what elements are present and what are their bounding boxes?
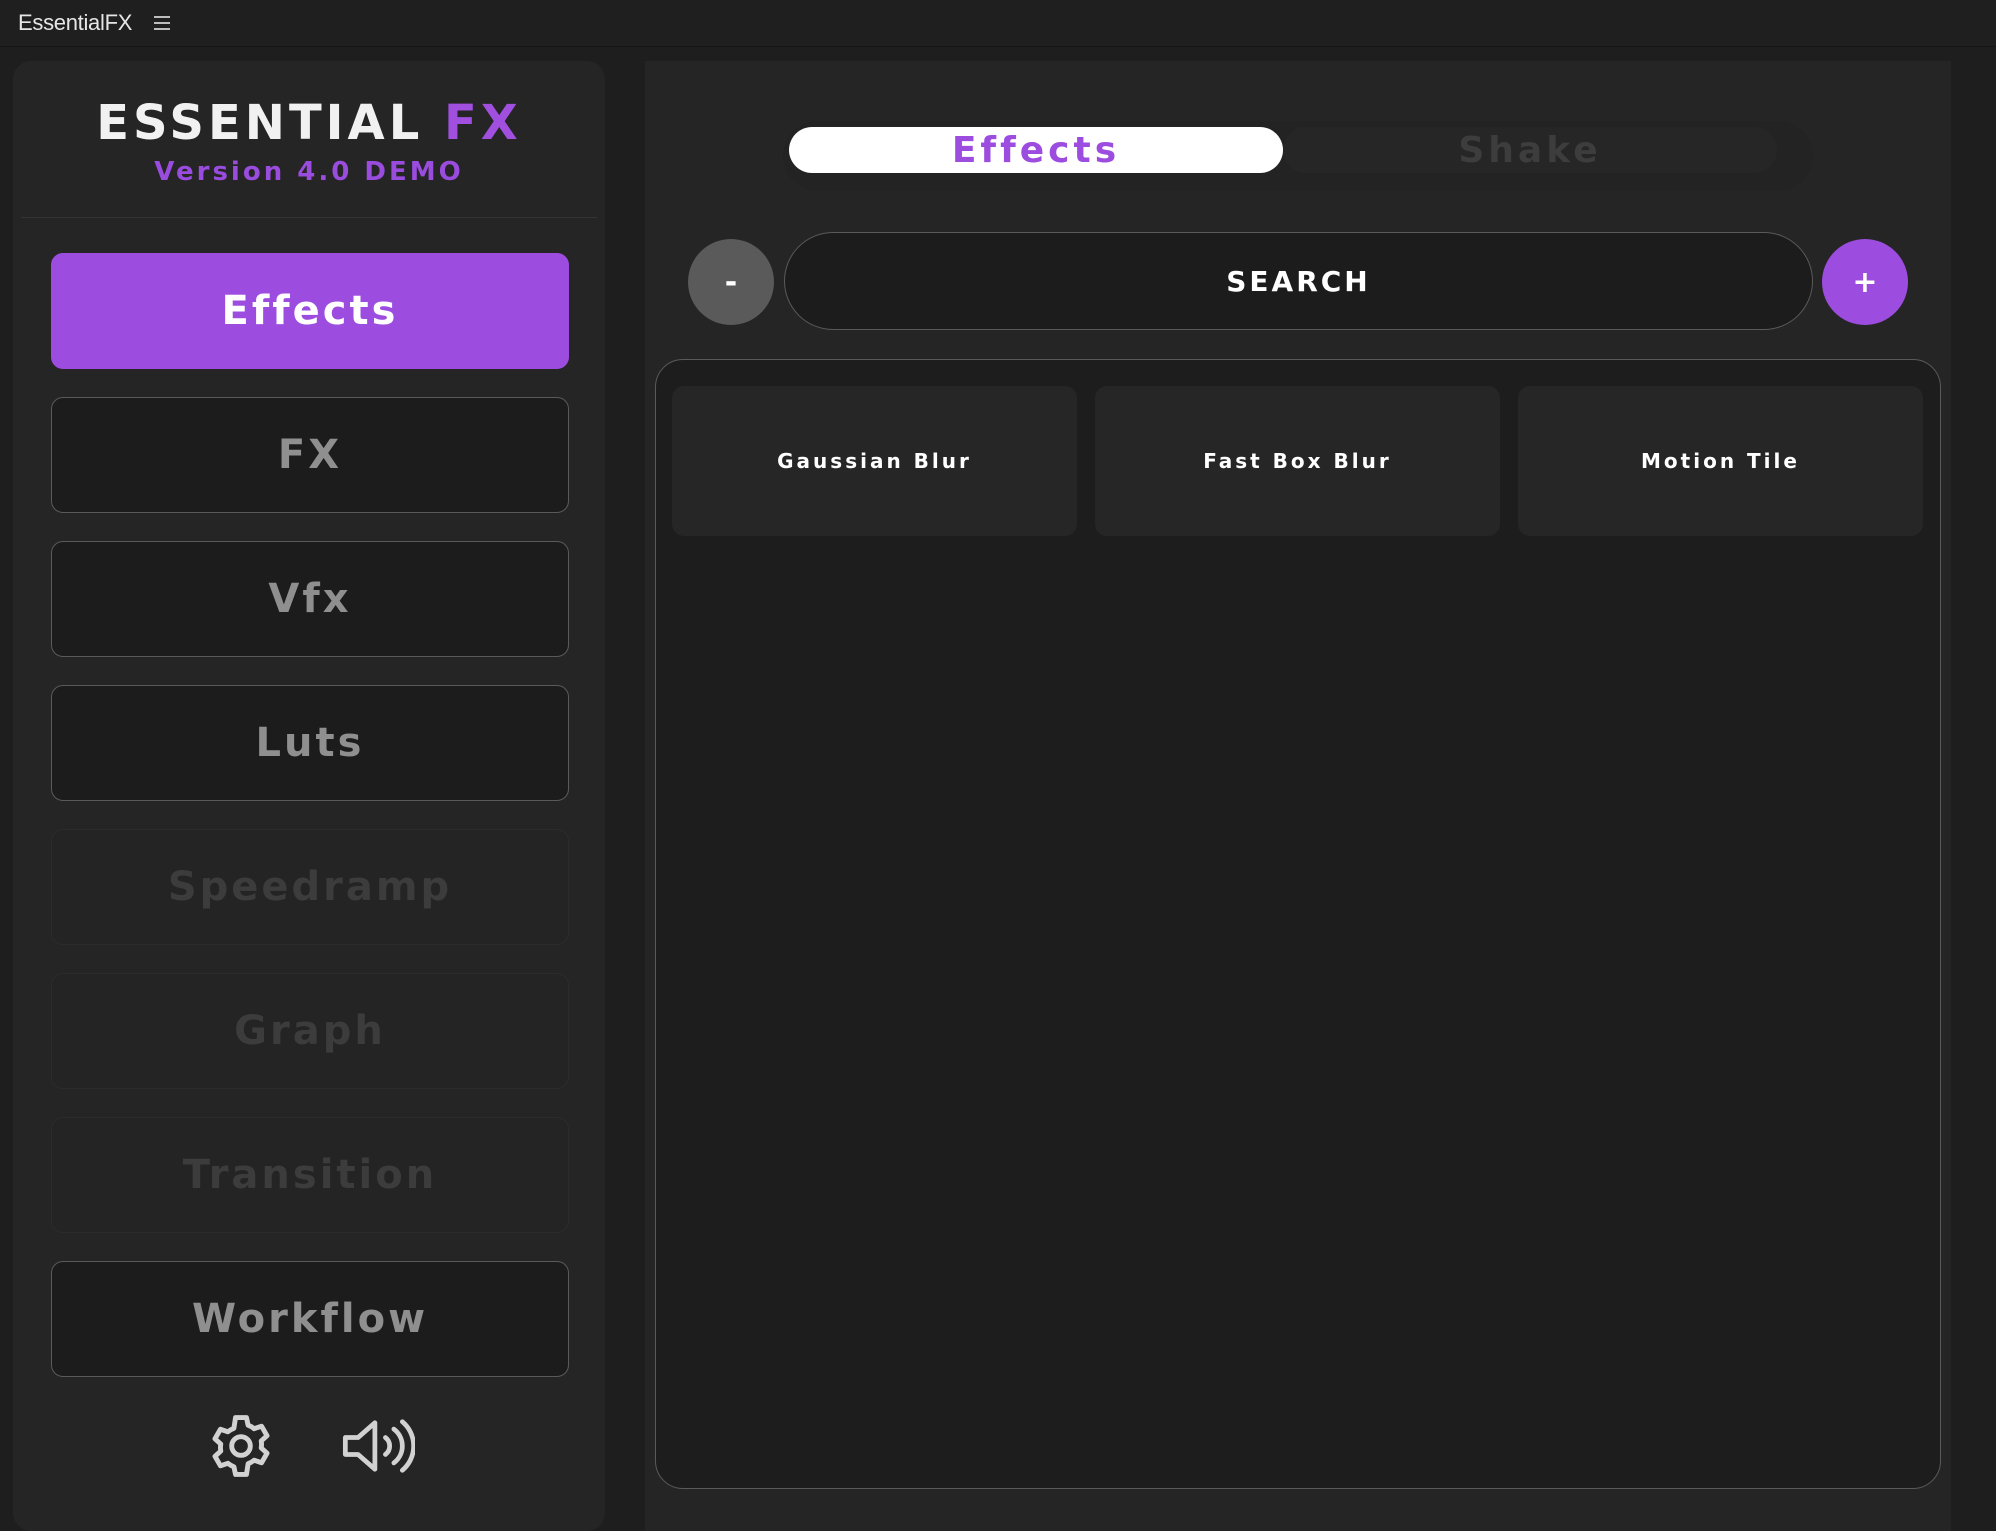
effects-grid: Gaussian Blur Fast Box Blur Motion Tile — [655, 359, 1941, 1489]
effect-cards: Gaussian Blur Fast Box Blur Motion Tile — [672, 386, 1923, 536]
app-title: EssentialFX — [18, 10, 133, 35]
nav-button-fx[interactable]: FX — [51, 397, 569, 513]
plus-button[interactable]: + — [1822, 239, 1908, 325]
nav-button-transition: Transition — [51, 1117, 569, 1233]
nav-button-workflow[interactable]: Workflow — [51, 1261, 569, 1377]
brand: ESSENTIAL FX Version 4.0 DEMO — [13, 61, 605, 185]
tab-switcher: Effects Shake — [783, 121, 1813, 191]
brand-title-main: ESSENTIAL — [96, 95, 424, 151]
minus-button[interactable]: - — [688, 239, 774, 325]
effect-card-gaussian-blur[interactable]: Gaussian Blur — [672, 386, 1077, 536]
nav-button-speedramp: Speedramp — [51, 829, 569, 945]
nav-button-luts[interactable]: Luts — [51, 685, 569, 801]
effect-card-motion-tile[interactable]: Motion Tile — [1518, 386, 1923, 536]
sidebar-footer — [13, 1411, 605, 1481]
hamburger-menu-icon[interactable] — [154, 16, 171, 30]
tab-effects[interactable]: Effects — [789, 127, 1283, 173]
tab-shake[interactable]: Shake — [1283, 127, 1777, 173]
divider — [21, 217, 597, 218]
nav-button-graph: Graph — [51, 973, 569, 1089]
brand-title: ESSENTIAL FX — [13, 99, 605, 147]
sidebar-nav: Effects FX Vfx Luts Speedramp Graph Tran… — [51, 253, 569, 1405]
brand-title-accent: FX — [444, 95, 522, 151]
window-titlebar: EssentialFX — [0, 0, 1996, 47]
sidebar: ESSENTIAL FX Version 4.0 DEMO Effects FX… — [13, 61, 605, 1531]
version-label: Version 4.0 DEMO — [154, 157, 464, 187]
search-field[interactable]: SEARCH — [784, 232, 1813, 330]
nav-button-vfx[interactable]: Vfx — [51, 541, 569, 657]
effect-card-fast-box-blur[interactable]: Fast Box Blur — [1095, 386, 1500, 536]
main-panel: Effects Shake - SEARCH + Gaussian Blur F… — [645, 61, 1951, 1531]
speaker-icon[interactable] — [339, 1411, 415, 1481]
gear-icon[interactable] — [203, 1411, 279, 1481]
nav-button-effects[interactable]: Effects — [51, 253, 569, 369]
